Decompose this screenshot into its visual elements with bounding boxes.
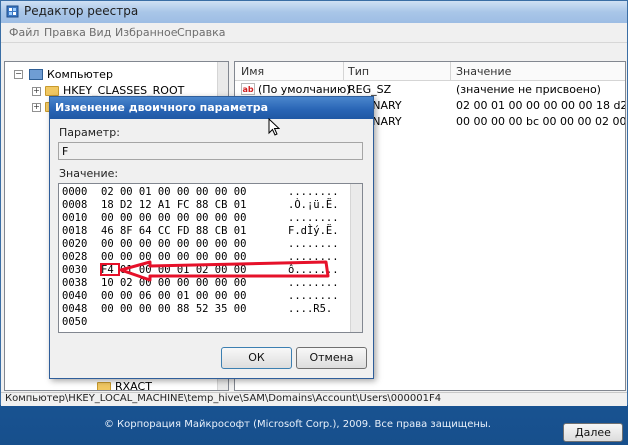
copyright-text: Корпорация Майкрософт (Microsoft Corp.),… — [117, 419, 491, 430]
menu-edit[interactable]: Правка — [44, 26, 86, 39]
hex-offset: 0020 — [62, 238, 88, 250]
menu-favorites[interactable]: Избранное — [115, 26, 177, 39]
value-data: (значение не присвоено) — [456, 83, 601, 96]
hex-offset: 0038 — [62, 277, 88, 289]
hex-bytes: 00 00 06 00 01 00 00 00 — [101, 290, 247, 302]
tree-item-label: RXACT — [115, 380, 152, 391]
value-type: REG_SZ — [348, 83, 392, 96]
hex-bytes: 00 00 00 00 00 00 00 00 — [101, 212, 247, 224]
hex-offset: 0030 — [62, 264, 88, 276]
folder-icon — [45, 86, 59, 96]
column-name[interactable]: Имя — [241, 65, 264, 78]
hex-bytes: F4 01 00 00 01 02 00 00 — [101, 264, 247, 276]
hex-offset: 0010 — [62, 212, 88, 224]
hex-offset: 0050 — [62, 316, 88, 328]
tree-item-label: Компьютер — [47, 68, 113, 81]
hex-bytes: 02 00 01 00 00 00 00 00 — [101, 186, 247, 198]
status-bar: Компьютер\HKEY_LOCAL_MACHINE\temp_hive\S… — [1, 392, 627, 406]
hex-offset: 0000 — [62, 186, 88, 198]
hex-ascii: ........ — [288, 212, 339, 224]
hex-bytes: 00 00 00 00 00 00 00 00 — [101, 238, 247, 250]
hex-ascii: ....R5. — [288, 303, 333, 315]
hex-ascii: ........ — [288, 277, 339, 289]
hex-bytes: 18 D2 12 A1 FC 88 CB 01 — [101, 199, 247, 211]
value-name: (По умолчанию) — [258, 83, 351, 96]
dialog-title-bar[interactable]: Изменение двоичного параметра — [50, 97, 373, 119]
tree-item-rxact[interactable]: RXACT — [5, 379, 215, 391]
highlight-box — [100, 263, 120, 276]
tree-item-computer[interactable]: − Компьютер — [5, 67, 215, 83]
expand-icon[interactable]: + — [32, 87, 41, 96]
hex-bytes: 46 8F 64 CC FD 88 CB 01 — [101, 225, 247, 237]
hex-bytes: 00 00 00 00 00 00 00 00 — [101, 251, 247, 263]
status-path: Компьютер\HKEY_LOCAL_MACHINE\temp_hive\S… — [5, 393, 442, 404]
hex-offset: 0018 — [62, 225, 88, 237]
hex-offset: 0008 — [62, 199, 88, 211]
hex-ascii: ........ — [288, 290, 339, 302]
param-label: Параметр: — [59, 126, 120, 139]
param-name-field: F — [58, 142, 363, 160]
value-label: Значение: — [59, 167, 119, 180]
hex-scrollbar[interactable] — [350, 184, 362, 332]
hex-offset: 0028 — [62, 251, 88, 263]
copyright-symbol: © — [104, 419, 114, 430]
column-divider[interactable] — [343, 62, 344, 80]
value-data: 00 00 00 00 bc 00 00 00 02 00 01 00 bc — [456, 115, 626, 128]
hex-ascii: ô....... — [288, 264, 339, 276]
dialog-title: Изменение двоичного параметра — [55, 101, 269, 114]
edit-binary-dialog: Изменение двоичного параметра Параметр: … — [49, 96, 374, 379]
menu-bar: Файл Правка Вид Избранное Справка — [1, 23, 627, 43]
list-header: Имя Тип Значение — [235, 62, 625, 81]
column-value[interactable]: Значение — [456, 65, 511, 78]
menu-file[interactable]: Файл — [9, 26, 39, 39]
computer-icon — [29, 69, 43, 80]
mouse-cursor-icon — [268, 118, 280, 136]
window-title: Редактор реестра — [24, 4, 139, 18]
column-divider[interactable] — [450, 62, 451, 80]
column-type[interactable]: Тип — [348, 65, 369, 78]
hex-bytes: 00 00 00 00 88 52 35 00 — [101, 303, 247, 315]
folder-icon — [97, 382, 111, 390]
hex-ascii: ........ — [288, 251, 339, 263]
hex-offset: 0040 — [62, 290, 88, 302]
regedit-icon — [6, 5, 19, 18]
collapse-icon[interactable]: − — [14, 70, 23, 79]
hex-ascii: ........ — [288, 186, 339, 198]
hex-editor[interactable]: 0050 0048 00 00 00 00 88 52 35 00 ....R5. 00… — [58, 183, 363, 333]
param-name-value: F — [62, 145, 69, 158]
hex-bytes: 10 02 00 00 00 00 00 00 — [101, 277, 247, 289]
menu-help[interactable]: Справка — [177, 26, 225, 39]
title-bar[interactable]: Редактор реестра — [1, 1, 627, 23]
hex-ascii: .Ò.¡ü.Ë. — [288, 199, 339, 211]
ok-button[interactable]: ОК — [221, 347, 292, 369]
expand-icon[interactable]: + — [32, 103, 41, 112]
value-data: 02 00 01 00 00 00 00 00 18 d2 12 a1 fc — [456, 99, 625, 112]
next-button[interactable]: Далее — [563, 423, 623, 442]
string-value-icon: ab — [241, 83, 255, 95]
menu-view[interactable]: Вид — [89, 26, 111, 39]
hex-ascii: F.dÌý.Ë. — [288, 225, 339, 237]
hex-offset: 0048 — [62, 303, 88, 315]
cancel-button[interactable]: Отмена — [296, 347, 367, 369]
hex-ascii: ........ — [288, 238, 339, 250]
